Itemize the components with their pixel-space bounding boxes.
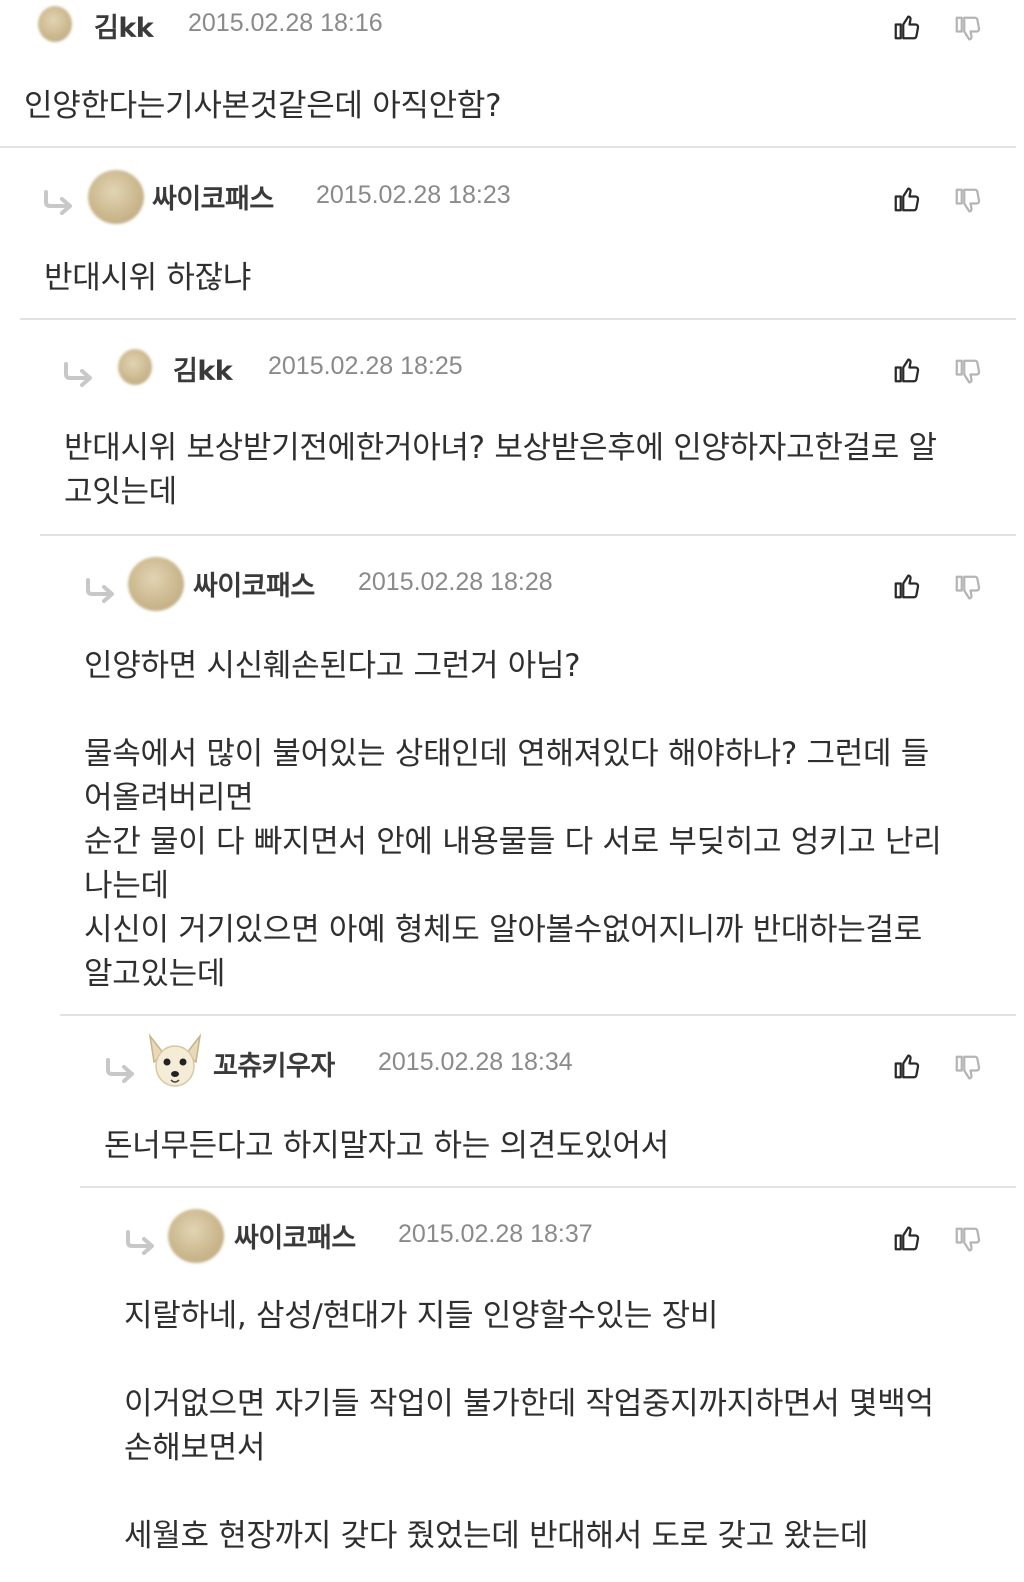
reply-arrow-icon (44, 190, 72, 215)
thumbs-down-icon[interactable] (953, 1225, 983, 1255)
comment-divider (60, 1014, 1016, 1016)
comment-timestamp: 2015.02.28 18:37 (398, 1220, 593, 1248)
thumbs-up-icon[interactable] (892, 571, 922, 601)
thumbs-down-icon[interactable] (953, 1053, 983, 1083)
reply-arrow-icon (126, 1230, 154, 1255)
comment-text: 반대시위 보상받기전에한거아녀? 보상받은후에 인양하자고한걸로 알 고잇는데 (64, 430, 937, 510)
comment-text: 인양하면 시신훼손된다고 그런거 아님? 물속에서 많이 불어있는 상태인데 연… (84, 648, 942, 992)
comment-author[interactable]: 싸이코패스 (152, 177, 274, 216)
comment-timestamp: 2015.02.28 18:16 (188, 9, 383, 37)
thumbs-down-icon[interactable] (953, 186, 983, 216)
thumbs-down-icon[interactable] (953, 14, 983, 44)
comment-author[interactable]: 싸이코패스 (193, 564, 315, 603)
thumbs-up-icon[interactable] (892, 1223, 922, 1253)
comment-divider (40, 534, 1016, 536)
comment-text: 인양한다는기사본것같은데 아직안함? (24, 88, 502, 124)
comment-divider (80, 1186, 1016, 1188)
comment-text: 돈너무든다고 하지말자고 하는 의견도있어서 (104, 1128, 669, 1164)
comment-author[interactable]: 꼬츄키우자 (213, 1044, 335, 1083)
comment-author[interactable]: 싸이코패스 (234, 1216, 356, 1255)
avatar[interactable] (128, 557, 184, 611)
comment-divider (0, 146, 1016, 148)
dog-face-icon (148, 1033, 202, 1087)
reply-arrow-icon (106, 1058, 134, 1083)
comment-author[interactable]: 김kk (173, 349, 233, 388)
thumbs-up-icon[interactable] (892, 12, 922, 42)
thumbs-down-icon[interactable] (953, 357, 983, 387)
comment-author[interactable]: 김kk (94, 6, 154, 45)
comment-timestamp: 2015.02.28 18:28 (358, 568, 553, 596)
reply-arrow-icon (64, 362, 92, 387)
thumbs-up-icon[interactable] (892, 1051, 922, 1081)
comment-timestamp: 2015.02.28 18:25 (268, 352, 463, 380)
avatar[interactable] (168, 1209, 224, 1263)
reply-arrow-icon (86, 578, 114, 603)
avatar[interactable] (38, 6, 72, 42)
comment-timestamp: 2015.02.28 18:34 (378, 1048, 573, 1076)
avatar[interactable] (88, 170, 144, 224)
comment-text: 반대시위 하잖냐 (44, 260, 252, 296)
comment-divider (20, 318, 1016, 320)
thumbs-up-icon[interactable] (892, 355, 922, 385)
avatar[interactable] (118, 349, 152, 385)
comment-timestamp: 2015.02.28 18:23 (316, 181, 511, 209)
avatar[interactable] (144, 1032, 206, 1092)
thumbs-up-icon[interactable] (892, 184, 922, 214)
thumbs-down-icon[interactable] (953, 573, 983, 603)
comment-text: 지랄하네, 삼성/현대가 지들 인양할수있는 장비 이거없으면 자기들 작업이 … (124, 1298, 934, 1554)
